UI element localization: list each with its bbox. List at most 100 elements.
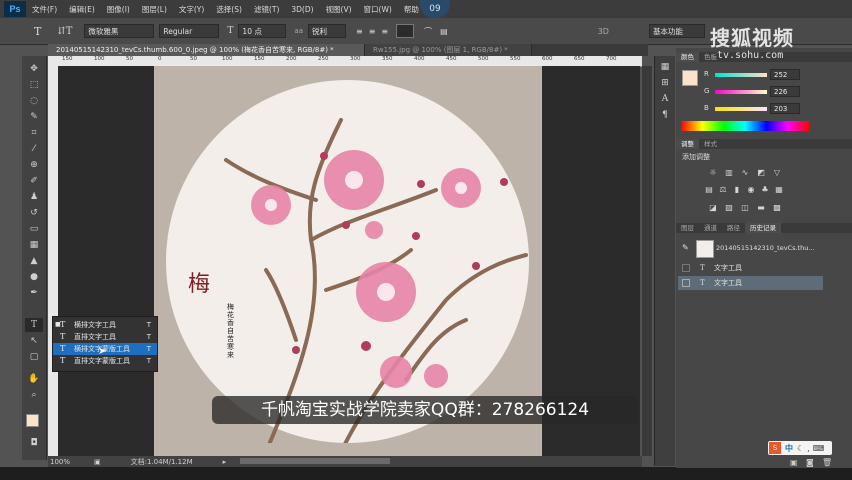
trash-icon[interactable]: 🗑 bbox=[822, 458, 832, 467]
threshold-icon[interactable]: ◫ bbox=[740, 203, 750, 212]
menu-layer[interactable]: 图层(L) bbox=[136, 4, 173, 15]
shape-tool-icon[interactable]: ▢ bbox=[25, 350, 43, 364]
green-value[interactable]: 226 bbox=[770, 86, 800, 97]
invert-icon[interactable]: ◪ bbox=[708, 203, 718, 212]
tab-adjustments[interactable]: 调整 bbox=[676, 139, 699, 149]
brush-tool-icon[interactable]: ✐ bbox=[25, 174, 43, 188]
red-slider[interactable] bbox=[715, 73, 767, 77]
pen-tool-icon[interactable]: ✒ bbox=[25, 286, 43, 300]
foreground-color-swatch[interactable] bbox=[26, 414, 39, 427]
gradient-tool-icon[interactable]: ▦ bbox=[25, 238, 43, 252]
ime-punct-icon[interactable]: , bbox=[807, 444, 810, 453]
3d-label[interactable]: 3D bbox=[598, 27, 609, 36]
ime-mode-label[interactable]: 中 bbox=[785, 443, 793, 454]
ime-keyboard-icon[interactable]: ⌨ bbox=[813, 444, 825, 453]
menu-file[interactable]: 文件(F) bbox=[26, 4, 63, 15]
curves-icon[interactable]: ∿ bbox=[740, 168, 750, 177]
history-step-row-selected[interactable]: T 文字工具 bbox=[678, 276, 823, 290]
move-tool-icon[interactable]: ✥ bbox=[25, 62, 43, 76]
hand-tool-icon[interactable]: ✋ bbox=[25, 372, 43, 386]
font-family-select[interactable]: 微软雅黑 bbox=[84, 24, 155, 38]
selective-color-icon[interactable]: ▩ bbox=[772, 203, 782, 212]
marquee-tool-icon[interactable]: ⬚ bbox=[25, 78, 43, 92]
align-right-icon[interactable]: ≡ bbox=[381, 27, 388, 36]
char-panel-icon[interactable]: ▤ bbox=[440, 27, 448, 36]
status-arrow-icon[interactable]: ▸ bbox=[223, 458, 227, 466]
quick-mask-icon[interactable]: ◘ bbox=[25, 436, 43, 450]
ime-toolbar[interactable]: S 中 ☾ , ⌨ bbox=[768, 441, 832, 455]
align-left-icon[interactable]: ≡ bbox=[356, 27, 363, 36]
channel-mixer-icon[interactable]: ♣ bbox=[760, 185, 770, 194]
history-step-row[interactable]: T 文字工具 bbox=[678, 261, 823, 275]
menu-filter[interactable]: 滤镜(T) bbox=[248, 4, 285, 15]
hue-saturation-icon[interactable]: ▤ bbox=[704, 185, 714, 194]
zoom-tool-icon[interactable]: ⌕ bbox=[25, 388, 43, 402]
properties-panel-icon[interactable]: ⊞ bbox=[656, 76, 674, 90]
vertical-scrollbar[interactable] bbox=[642, 66, 652, 456]
eyedropper-tool-icon[interactable]: ⁄ bbox=[25, 142, 43, 156]
flyout-item-vertical-type[interactable]: T 直排文字工具 T bbox=[53, 331, 157, 343]
gradient-map-icon[interactable]: ▬ bbox=[756, 203, 766, 212]
color-spectrum-bar[interactable] bbox=[681, 121, 809, 131]
history-panel-icon[interactable]: ▦ bbox=[656, 60, 674, 74]
ime-moon-icon[interactable]: ☾ bbox=[797, 444, 804, 453]
menu-edit[interactable]: 编辑(E) bbox=[63, 4, 101, 15]
brightness-icon[interactable]: ☼ bbox=[708, 168, 718, 177]
warp-text-icon[interactable]: ⌒ bbox=[424, 26, 432, 37]
menu-image[interactable]: 图像(I) bbox=[101, 4, 136, 15]
type-tool-button[interactable]: T bbox=[25, 318, 43, 332]
tab-channels[interactable]: 通道 bbox=[699, 223, 722, 233]
lasso-tool-icon[interactable]: ◌ bbox=[25, 94, 43, 108]
panel-fg-color-swatch[interactable] bbox=[682, 70, 698, 86]
photo-filter-icon[interactable]: ◉ bbox=[746, 185, 756, 194]
exposure-icon[interactable]: ◩ bbox=[756, 168, 766, 177]
dodge-tool-icon[interactable]: ● bbox=[25, 270, 43, 284]
color-lookup-icon[interactable]: ▦ bbox=[774, 185, 784, 194]
blue-slider[interactable] bbox=[715, 107, 767, 111]
workspace-select[interactable]: 基本功能 bbox=[648, 24, 705, 38]
green-slider[interactable] bbox=[715, 90, 767, 94]
black-white-icon[interactable]: ▮ bbox=[732, 185, 742, 194]
font-size-select[interactable]: 10 点 bbox=[238, 24, 287, 38]
tab-second-document[interactable]: Rw155.jpg @ 100% (图层 1, RGB/8#) * bbox=[365, 44, 532, 56]
red-value[interactable]: 252 bbox=[770, 69, 800, 80]
vibrance-icon[interactable]: ▽ bbox=[772, 168, 782, 177]
new-snapshot-icon[interactable]: ▣ bbox=[790, 458, 798, 467]
text-orientation-icon[interactable]: ⇵T bbox=[57, 26, 72, 37]
quick-select-tool-icon[interactable]: ✎ bbox=[25, 110, 43, 124]
zoom-level[interactable]: 100% bbox=[50, 458, 70, 466]
flyout-item-horizontal-type[interactable]: ■ T 横排文字工具 T bbox=[53, 319, 157, 331]
crop-tool-icon[interactable]: ⌗ bbox=[25, 126, 43, 140]
color-balance-icon[interactable]: ⚖ bbox=[718, 185, 728, 194]
align-center-icon[interactable]: ≡ bbox=[369, 27, 376, 36]
tab-history[interactable]: 历史记录 bbox=[745, 223, 781, 233]
tab-color[interactable]: 颜色 bbox=[676, 52, 699, 62]
antialias-select[interactable]: 锐利 bbox=[308, 24, 347, 38]
history-brush-tool-icon[interactable]: ↺ bbox=[25, 206, 43, 220]
camera-icon[interactable]: ◙ bbox=[806, 458, 814, 467]
healing-tool-icon[interactable]: ⊕ bbox=[25, 158, 43, 172]
stamp-tool-icon[interactable]: ♟ bbox=[25, 190, 43, 204]
menu-window[interactable]: 窗口(W) bbox=[358, 4, 398, 15]
menu-3d[interactable]: 3D(D) bbox=[285, 5, 319, 14]
history-checkbox[interactable] bbox=[682, 279, 690, 287]
tab-paths[interactable]: 路径 bbox=[722, 223, 745, 233]
menu-type[interactable]: 文字(Y) bbox=[173, 4, 210, 15]
blur-tool-icon[interactable]: ▲ bbox=[25, 254, 43, 268]
tab-styles[interactable]: 样式 bbox=[699, 139, 722, 149]
history-snapshot-row[interactable]: ✎ 20140515142310_tevCs.thu... bbox=[678, 238, 823, 258]
menu-view[interactable]: 视图(V) bbox=[320, 4, 358, 15]
posterize-icon[interactable]: ▧ bbox=[724, 203, 734, 212]
levels-icon[interactable]: ▥ bbox=[724, 168, 734, 177]
menu-select[interactable]: 选择(S) bbox=[210, 4, 248, 15]
text-color-swatch[interactable] bbox=[396, 24, 415, 38]
tab-layers[interactable]: 图层 bbox=[676, 223, 699, 233]
paragraph-panel-icon[interactable]: ¶ bbox=[656, 108, 674, 122]
horizontal-scrollbar[interactable] bbox=[240, 458, 390, 464]
history-checkbox[interactable] bbox=[682, 264, 690, 272]
eraser-tool-icon[interactable]: ▭ bbox=[25, 222, 43, 236]
path-select-tool-icon[interactable]: ↖ bbox=[25, 334, 43, 348]
tab-active-document[interactable]: 20140515142310_tevCs.thumb.600_0.jpeg @ … bbox=[48, 44, 365, 56]
character-panel-icon[interactable]: A bbox=[656, 92, 674, 106]
blue-value[interactable]: 203 bbox=[770, 103, 800, 114]
